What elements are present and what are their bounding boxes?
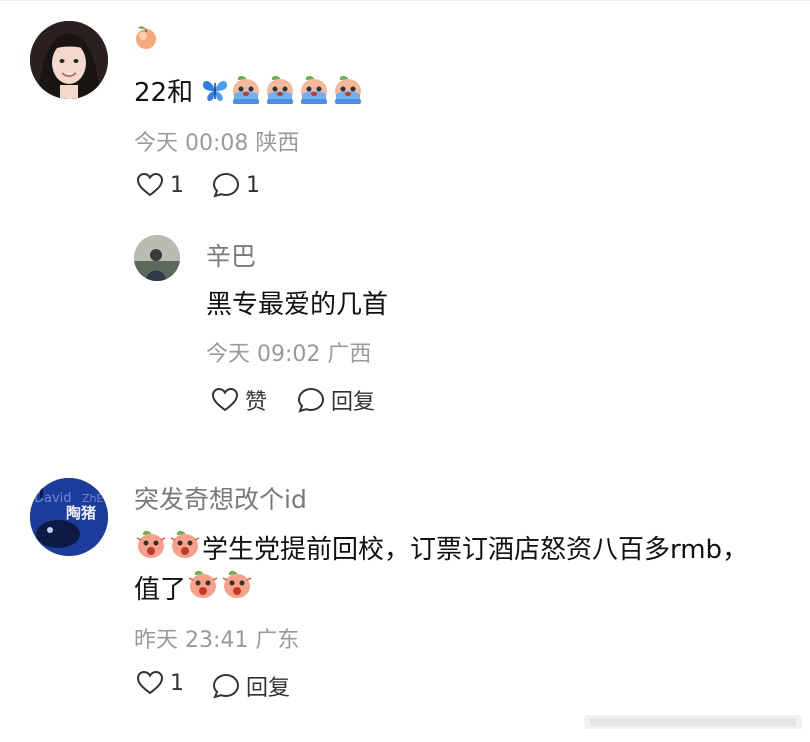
reply-meta: 今天 09:02 广西 [206, 336, 371, 368]
reply-button[interactable]: 回复 [297, 384, 375, 416]
blue-butterfly-emoji [201, 77, 229, 110]
comment-location: 广东 [255, 628, 300, 653]
reply-location: 广西 [327, 342, 372, 367]
reply-time: 今天 09:02 [206, 342, 321, 367]
like-count: 1 [170, 670, 184, 696]
avatar-graphic-image: David ZhE 陶猪 [30, 478, 108, 556]
commenter-avatar[interactable] [30, 21, 108, 99]
comment-location: 陕西 [255, 131, 300, 156]
like-label: 赞 [245, 390, 268, 415]
like-button[interactable]: 1 [136, 172, 184, 198]
peach-badge-icon [134, 24, 158, 54]
like-count: 1 [170, 172, 184, 198]
heart-outline-icon [136, 172, 164, 197]
reply-count: 1 [246, 172, 260, 198]
comment-text-content: 22和 [134, 78, 194, 108]
commenter-name[interactable]: 突发奇想改个id [134, 480, 307, 516]
crying-peach-emoji [229, 74, 263, 113]
shocked-peach-emoji [220, 568, 254, 607]
comment-time: 今天 00:08 [134, 131, 249, 156]
comment-time: 昨天 23:41 [134, 628, 249, 653]
reply-author-name[interactable]: 辛巴 [206, 237, 256, 273]
like-button[interactable]: 赞 [211, 384, 267, 416]
speech-bubble-icon [212, 172, 240, 198]
reply-avatar[interactable] [134, 235, 180, 281]
comment-text: 学生党提前回校，订票订酒店怒资八百多rmb， [134, 528, 748, 567]
heart-outline-icon [136, 670, 164, 695]
comment-text: 22和 [134, 72, 365, 113]
reply-button[interactable]: 回复 [212, 670, 290, 702]
avatar-text: 陶猪 [66, 504, 96, 522]
like-button[interactable]: 1 [136, 670, 184, 696]
comment-meta: 今天 00:08 陕西 [134, 125, 299, 157]
crying-peach-emoji [263, 74, 297, 113]
shocked-peach-emoji [186, 568, 220, 607]
comment-text-line2: 值了 [134, 568, 254, 607]
speech-bubble-icon [297, 387, 325, 413]
top-divider [0, 0, 810, 1]
reply-button[interactable]: 1 [212, 172, 260, 198]
crying-peach-emoji [331, 74, 365, 113]
comment-text-line1: 学生党提前回校，订票订酒店怒资八百多rmb， [202, 535, 749, 565]
commenter-avatar[interactable]: David ZhE 陶猪 [30, 478, 108, 556]
comment-meta: 昨天 23:41 广东 [134, 622, 299, 654]
shocked-peach-emoji [134, 528, 168, 567]
shocked-peach-emoji [168, 528, 202, 567]
reply-text: 黑专最爱的几首 [206, 290, 389, 320]
reply-label: 回复 [331, 390, 376, 415]
reply-label: 回复 [246, 676, 291, 701]
speech-bubble-icon [212, 673, 240, 699]
comment-text-content: 值了 [134, 575, 187, 605]
avatar-photo-image [134, 235, 180, 281]
crying-peach-emoji [297, 74, 331, 113]
avatar-portrait-image [30, 21, 108, 99]
watermark-image [584, 706, 802, 736]
heart-outline-icon [211, 387, 239, 412]
